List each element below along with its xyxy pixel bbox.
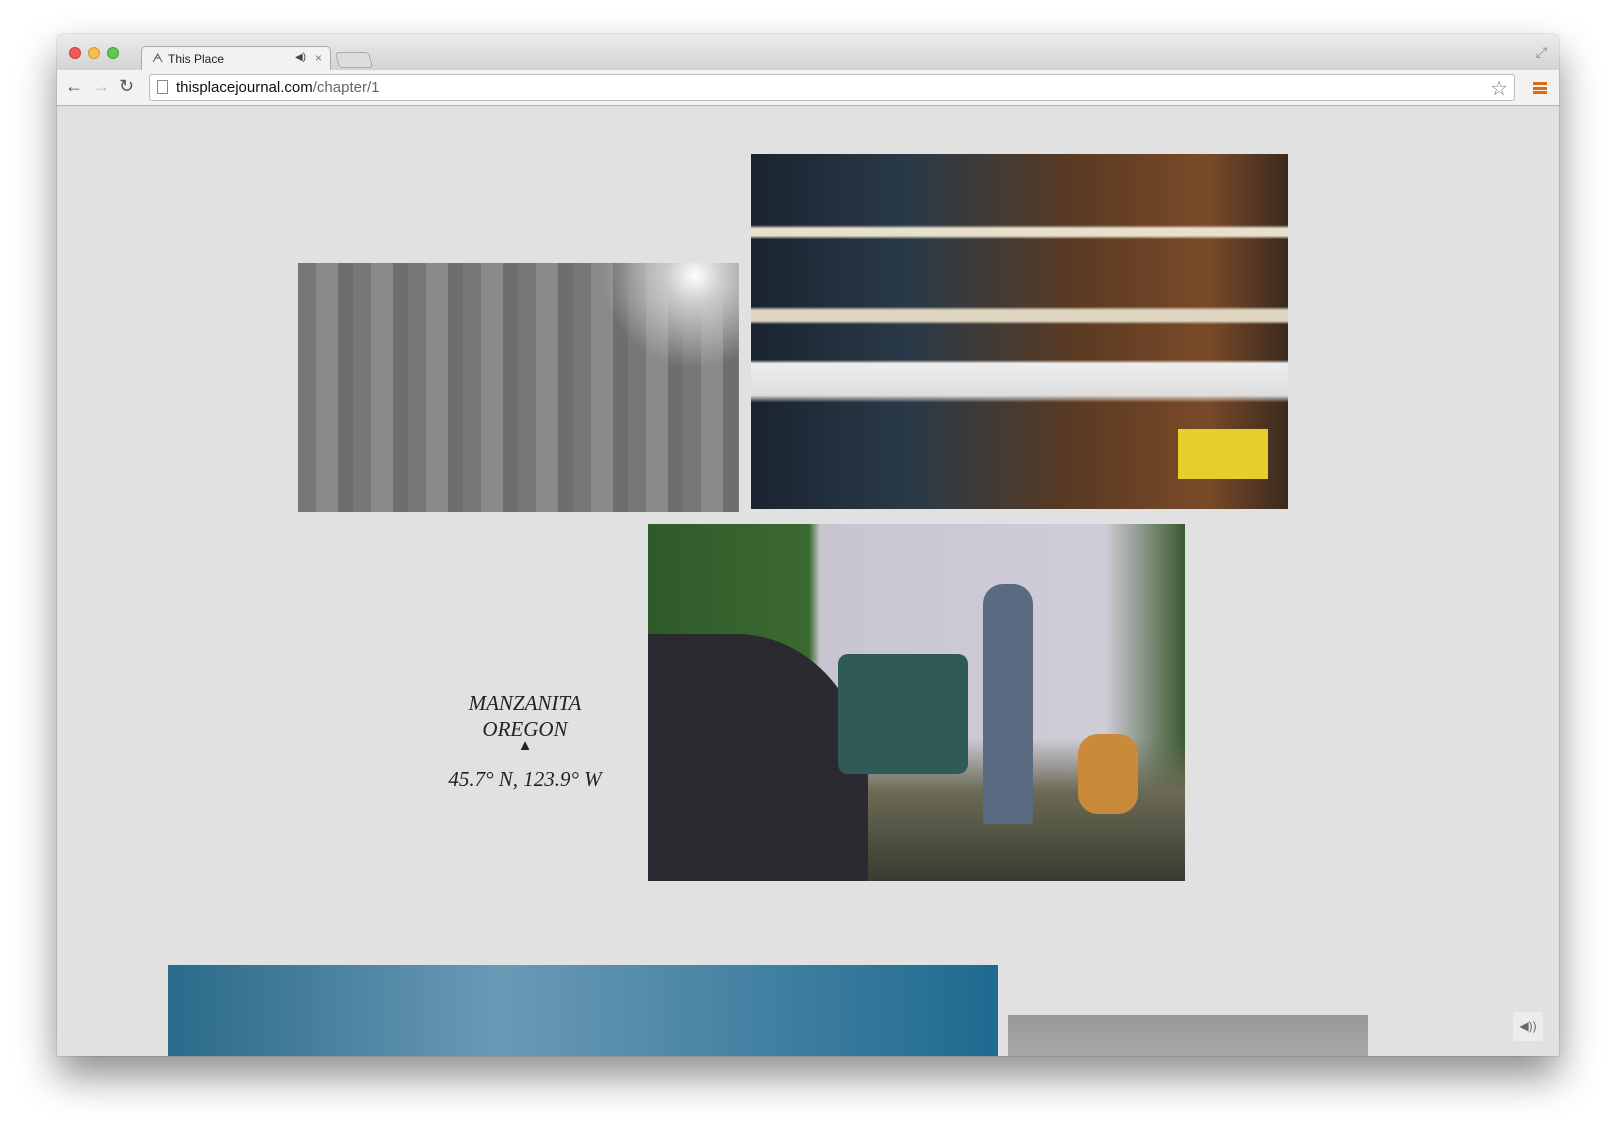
back-button[interactable]: ← — [65, 76, 83, 97]
tab-title: This Place — [168, 52, 225, 66]
tab-this-place[interactable]: ᗅ This Place ◀) × — [141, 46, 331, 71]
tab-close-button[interactable]: × — [315, 51, 322, 65]
url-domain: thisplacejournal.com — [176, 79, 313, 96]
bookmark-star-icon[interactable]: ☆ — [1490, 76, 1508, 101]
sky-photo — [168, 965, 998, 1056]
location-marker-icon: ▲ — [517, 738, 533, 754]
car-interior — [648, 634, 868, 881]
browser-window: ᗅ This Place ◀) × ⤢ ← → ↻ thisplacejourn… — [57, 34, 1559, 1056]
address-bar[interactable]: thisplacejournal.com/chapter/1 ☆ — [149, 74, 1515, 101]
location-coordinates: 45.7° N, 123.9° W — [448, 767, 602, 791]
url-path: /chapter/1 — [312, 79, 380, 96]
minimize-window-button[interactable] — [88, 47, 100, 59]
toolbar: ← → ↻ thisplacejournal.com/chapter/1 ☆ — [57, 70, 1559, 106]
new-tab-button[interactable] — [334, 52, 374, 68]
menu-icon[interactable] — [1533, 82, 1547, 94]
location-name: MANZANITA OREGON — [425, 690, 625, 742]
speaker-icon: ◀)) — [1519, 1019, 1537, 1033]
page-content: MANZANITA OREGON ▲ 45.7° N, 123.9° W ◀)) — [57, 106, 1559, 1056]
person — [983, 584, 1033, 824]
close-window-button[interactable] — [69, 47, 81, 59]
forest-photo — [298, 263, 739, 512]
surfboards-photo — [751, 154, 1288, 509]
fullscreen-icon[interactable]: ⤢ — [1536, 44, 1547, 61]
recycling-bin — [1178, 429, 1268, 479]
sound-toggle-button[interactable]: ◀)) — [1513, 1012, 1543, 1041]
location-city: MANZANITA — [468, 691, 582, 715]
tab-audio-icon: ◀) — [294, 52, 306, 63]
page-icon — [157, 80, 168, 94]
palm-photo — [1008, 1015, 1368, 1056]
green-car — [838, 654, 968, 774]
dog — [1078, 734, 1138, 814]
garage-photo — [648, 524, 1185, 881]
title-bar: ᗅ This Place ◀) × ⤢ — [57, 34, 1559, 71]
site-logo-icon: ᗅ — [152, 51, 164, 65]
reload-button[interactable]: ↻ — [119, 76, 134, 97]
zoom-window-button[interactable] — [107, 47, 119, 59]
forward-button[interactable]: → — [92, 76, 110, 97]
